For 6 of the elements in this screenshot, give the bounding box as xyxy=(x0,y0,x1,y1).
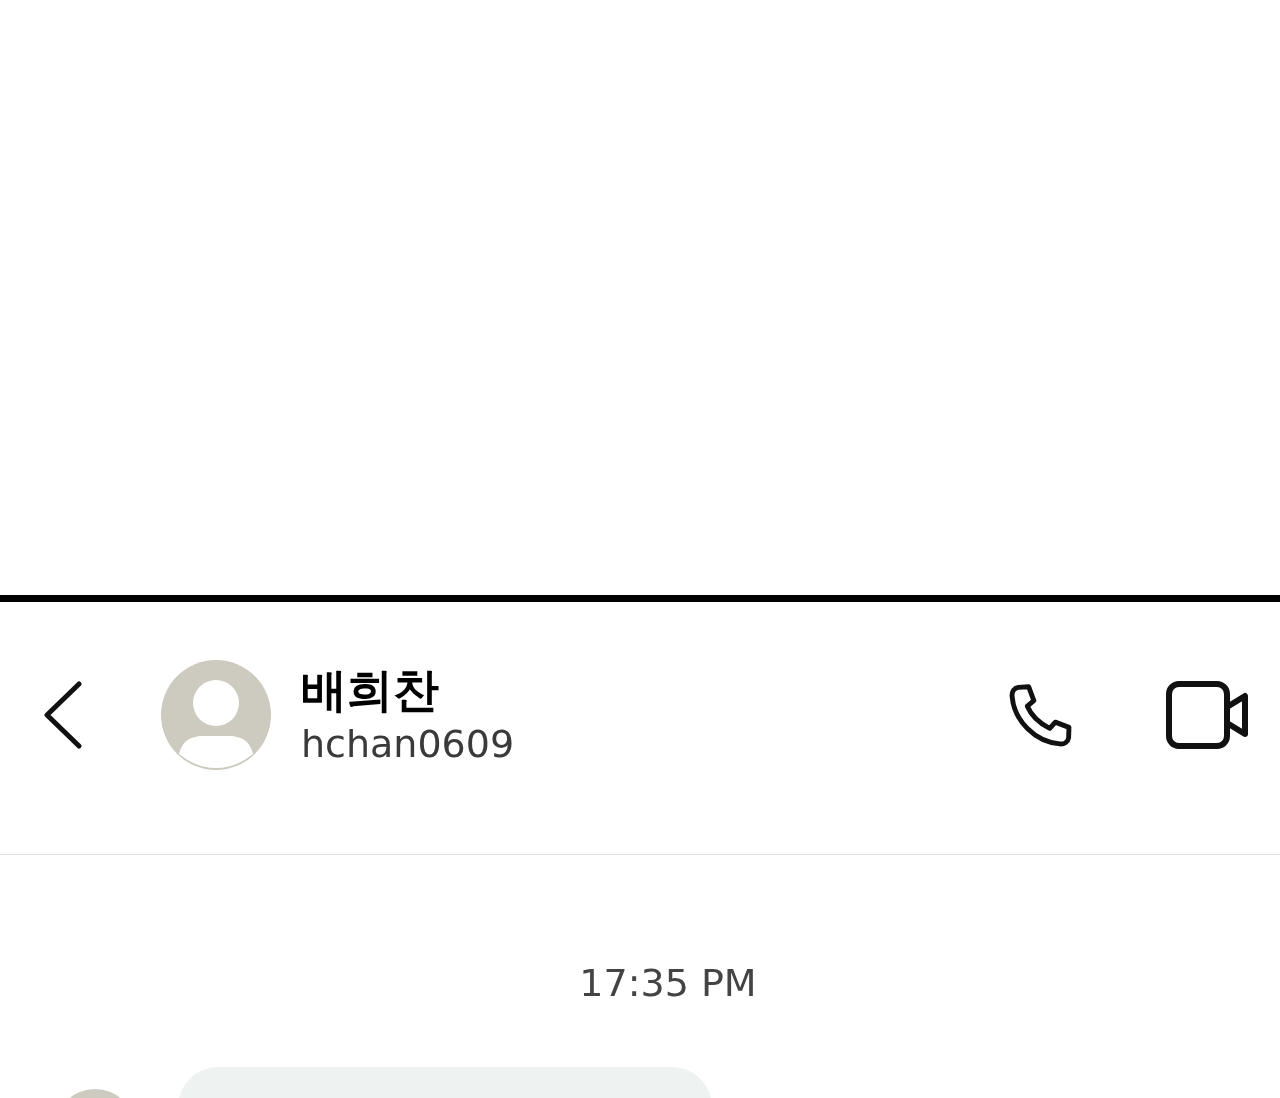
contact-name: 배희찬 xyxy=(301,662,440,719)
avatar-icon xyxy=(161,660,271,770)
contact-username: hchan0609 xyxy=(301,721,516,768)
video-call-button[interactable] xyxy=(1166,679,1250,751)
message-timestamp: 17:35 PM xyxy=(578,961,758,1005)
back-button[interactable] xyxy=(43,681,83,749)
